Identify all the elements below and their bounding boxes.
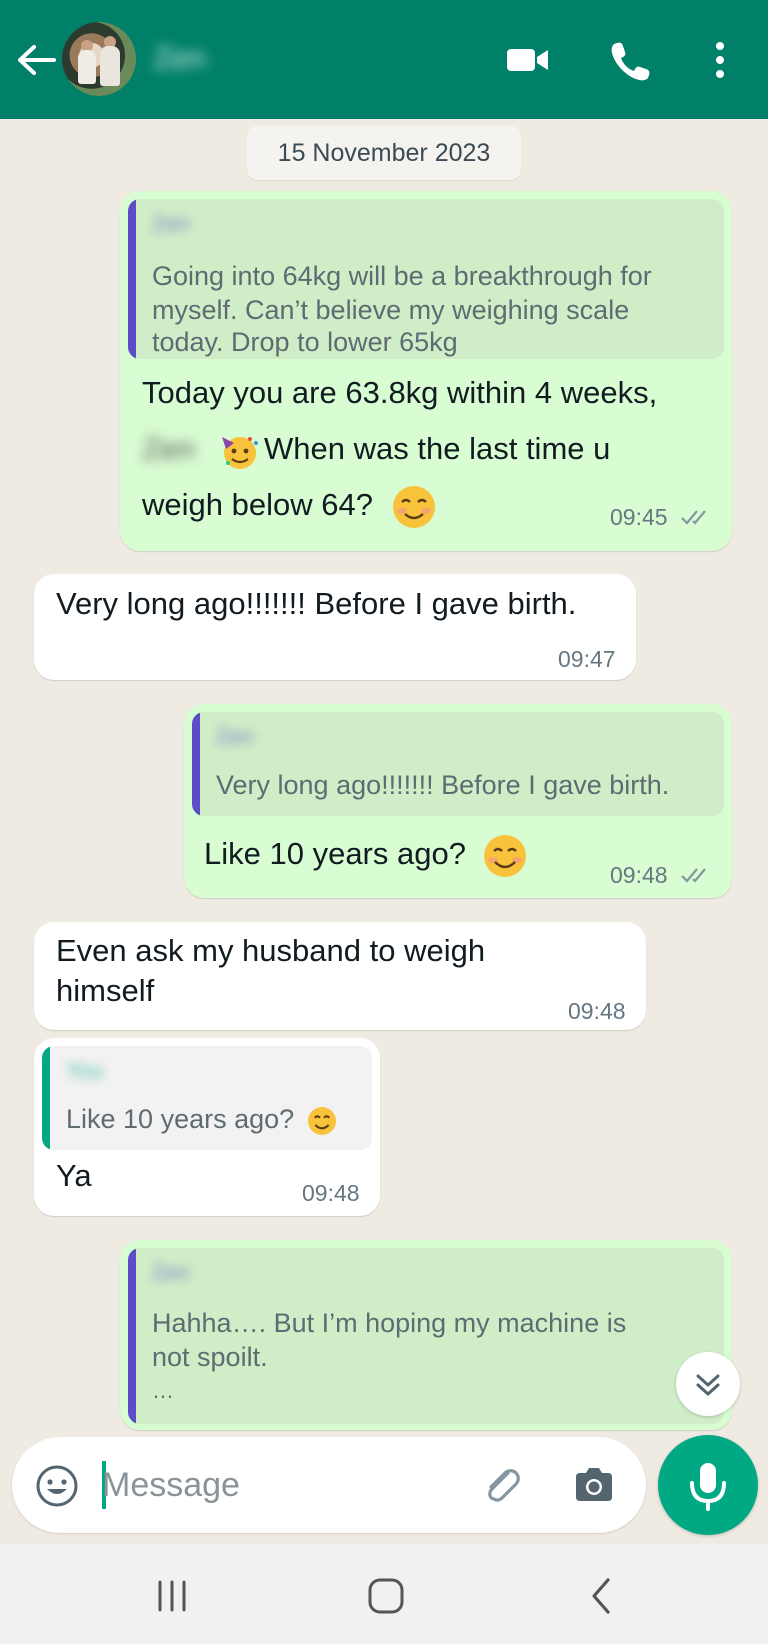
message-text-line: weigh below 64? [142,477,438,533]
message-text-line: himself [56,973,155,1008]
message-text-segment: When was the last time u [264,431,611,466]
quoted-message[interactable]: Zen Going into 64kg will be a breakthrou… [128,199,724,359]
quoted-message[interactable]: Zen Very long ago!!!!!!! Before I gave b… [192,712,724,816]
phone-icon [611,42,650,81]
message-bubble-outgoing[interactable]: Zen Going into 64kg will be a breakthrou… [120,191,732,551]
voice-call-button[interactable] [606,38,654,82]
camera-button[interactable] [570,1461,618,1509]
more-vert-icon [716,42,724,78]
attach-icon [488,1469,520,1502]
message-text-segment: Like 10 years ago? [204,836,466,871]
quote-text: Very long ago!!!!!!! Before I gave birth… [216,770,670,800]
home-icon [368,1578,404,1614]
message-bubble-outgoing[interactable]: Zen Hahha…. But I’m hoping my machine is… [120,1240,732,1430]
quoted-message[interactable]: Zen Hahha…. But I’m hoping my machine is… [128,1248,724,1424]
quote-text-line: today. Drop to lower 65kg [152,327,458,357]
quote-author: You [66,1058,104,1083]
message-bubble-outgoing[interactable]: Zen Very long ago!!!!!!! Before I gave b… [184,704,732,898]
message-input[interactable] [102,1455,462,1515]
quote-text-line: Like 10 years ago? [66,1102,338,1137]
back-button[interactable] [14,40,58,80]
contact-avatar[interactable] [62,22,136,96]
message-text-line: Like 10 years ago? [204,826,529,882]
message-time: 09:47 [558,646,616,672]
nav-back-button[interactable] [572,1574,632,1618]
recent-apps-icon [158,1580,186,1612]
camera-icon [576,1468,612,1501]
message-text: Very long ago!!!!!!! Before I gave birth… [56,586,577,621]
quote-author: Zen [152,1260,190,1285]
contact-name[interactable]: Zen [154,42,206,76]
message-text-segment: weigh below 64? [142,487,373,522]
message-bubble-incoming[interactable]: You Like 10 years ago? Ya 09:48 [34,1038,380,1216]
blurred-contact-name: Zen [142,431,196,466]
recent-apps-button[interactable] [142,1574,202,1618]
quote-text-line: … [152,1378,174,1403]
video-call-button[interactable] [504,38,552,82]
date-separator: 15 November 2023 [247,126,521,180]
message-bubble-incoming[interactable]: Even ask my husband to weigh himself 09:… [34,922,646,1030]
quote-text-line: not spoilt. [152,1342,268,1372]
quote-author: Zen [152,211,190,236]
message-text: Ya [56,1158,92,1193]
quote-bar [128,1248,136,1424]
message-bubble-incoming[interactable]: Very long ago!!!!!!! Before I gave birth… [34,574,636,680]
emoji-icon [36,1465,78,1507]
scroll-to-bottom-button[interactable] [676,1352,740,1416]
home-button[interactable] [356,1574,416,1618]
system-navigation-bar [0,1544,768,1644]
quote-text-line: Going into 64kg will be a breakthrough f… [152,261,652,291]
partying-face-emoji-icon [222,436,259,469]
double-chevron-down-icon [696,1374,720,1396]
quote-bar [192,712,200,816]
back-arrow-icon [18,45,56,75]
chevron-left-icon [592,1578,610,1614]
message-time: 09:45 [610,504,668,530]
attach-button[interactable] [478,1461,526,1509]
emoji-button[interactable] [34,1463,80,1509]
message-time: 09:48 [302,1180,360,1206]
read-receipt-icon [681,510,706,525]
mic-icon [690,1463,726,1511]
message-text-line: Zen When was the last time u [142,421,610,477]
chat-header: Zen [0,0,768,119]
quote-author: Zen [216,724,254,749]
more-options-button[interactable] [700,38,740,82]
quote-text: Like 10 years ago? [66,1104,295,1134]
quote-text-line: myself. Can’t believe my weighing scale [152,295,630,325]
quoted-message[interactable]: You Like 10 years ago? [42,1046,372,1150]
message-composer [12,1437,646,1533]
smiling-face-emoji-icon [392,485,435,528]
video-call-icon [507,49,548,71]
message-time: 09:48 [610,862,668,888]
quote-bar [128,199,136,359]
message-text-line: Today you are 63.8kg within 4 weeks, [142,375,658,410]
voice-message-button[interactable] [658,1435,758,1535]
message-time: 09:48 [568,998,626,1024]
quote-text-line: Hahha…. But I’m hoping my machine is [152,1308,627,1338]
read-receipt-icon [681,868,706,883]
quote-bar [42,1046,50,1150]
smiling-face-emoji-icon [483,834,526,877]
smiling-face-emoji-icon [307,1106,336,1135]
